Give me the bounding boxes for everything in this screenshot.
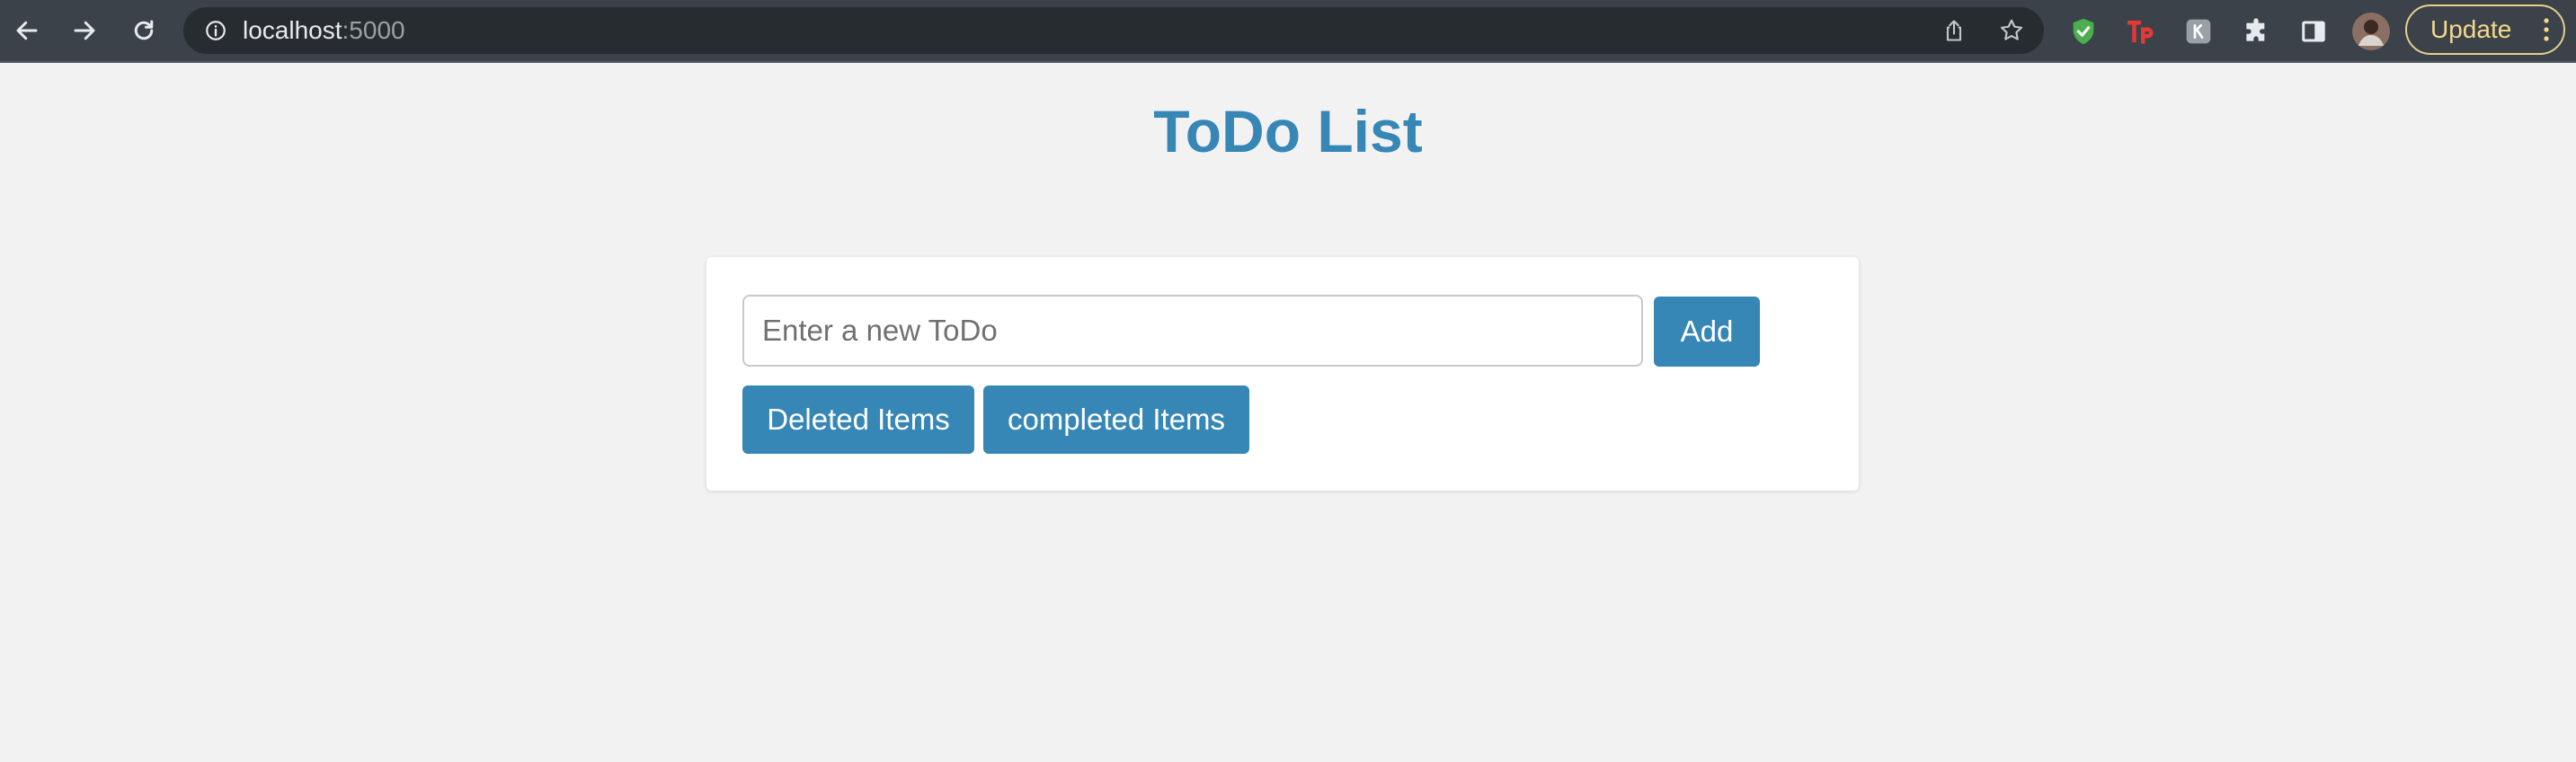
share-icon[interactable] — [1940, 16, 1968, 45]
url-port: :5000 — [342, 16, 405, 44]
arrow-right-icon — [74, 21, 95, 40]
arrow-left-icon — [16, 21, 38, 40]
todo-input[interactable] — [742, 295, 1643, 367]
puzzle-icon[interactable] — [2240, 15, 2272, 48]
grey-square-icon[interactable] — [2182, 15, 2215, 48]
three-dots-icon — [2544, 18, 2549, 41]
deleted-items-button[interactable]: Deleted Items — [742, 385, 974, 454]
address-bar[interactable]: localhost:5000 — [183, 7, 2044, 54]
tp-icon[interactable] — [2125, 15, 2157, 48]
reload-button[interactable] — [126, 13, 162, 49]
completed-items-button[interactable]: completed Items — [983, 385, 1249, 454]
forward-button[interactable] — [67, 13, 102, 49]
info-icon[interactable] — [201, 16, 230, 45]
back-button[interactable] — [9, 13, 45, 49]
avatar[interactable] — [2351, 12, 2391, 51]
shield-check-icon[interactable] — [2067, 15, 2100, 48]
update-button[interactable]: Update — [2405, 4, 2565, 55]
update-label: Update — [2430, 15, 2512, 43]
side-panel-icon[interactable] — [2297, 15, 2330, 48]
browser-toolbar: localhost:5000 Update — [0, 0, 2576, 63]
url-text[interactable]: localhost:5000 — [243, 7, 405, 54]
todo-card: Add Deleted Items completed Items — [706, 257, 1859, 491]
add-button[interactable]: Add — [1654, 297, 1760, 367]
star-icon[interactable] — [1997, 16, 2026, 45]
url-host: localhost — [243, 16, 342, 44]
page-title: ToDo List — [1153, 98, 1423, 164]
reload-icon — [134, 20, 154, 40]
